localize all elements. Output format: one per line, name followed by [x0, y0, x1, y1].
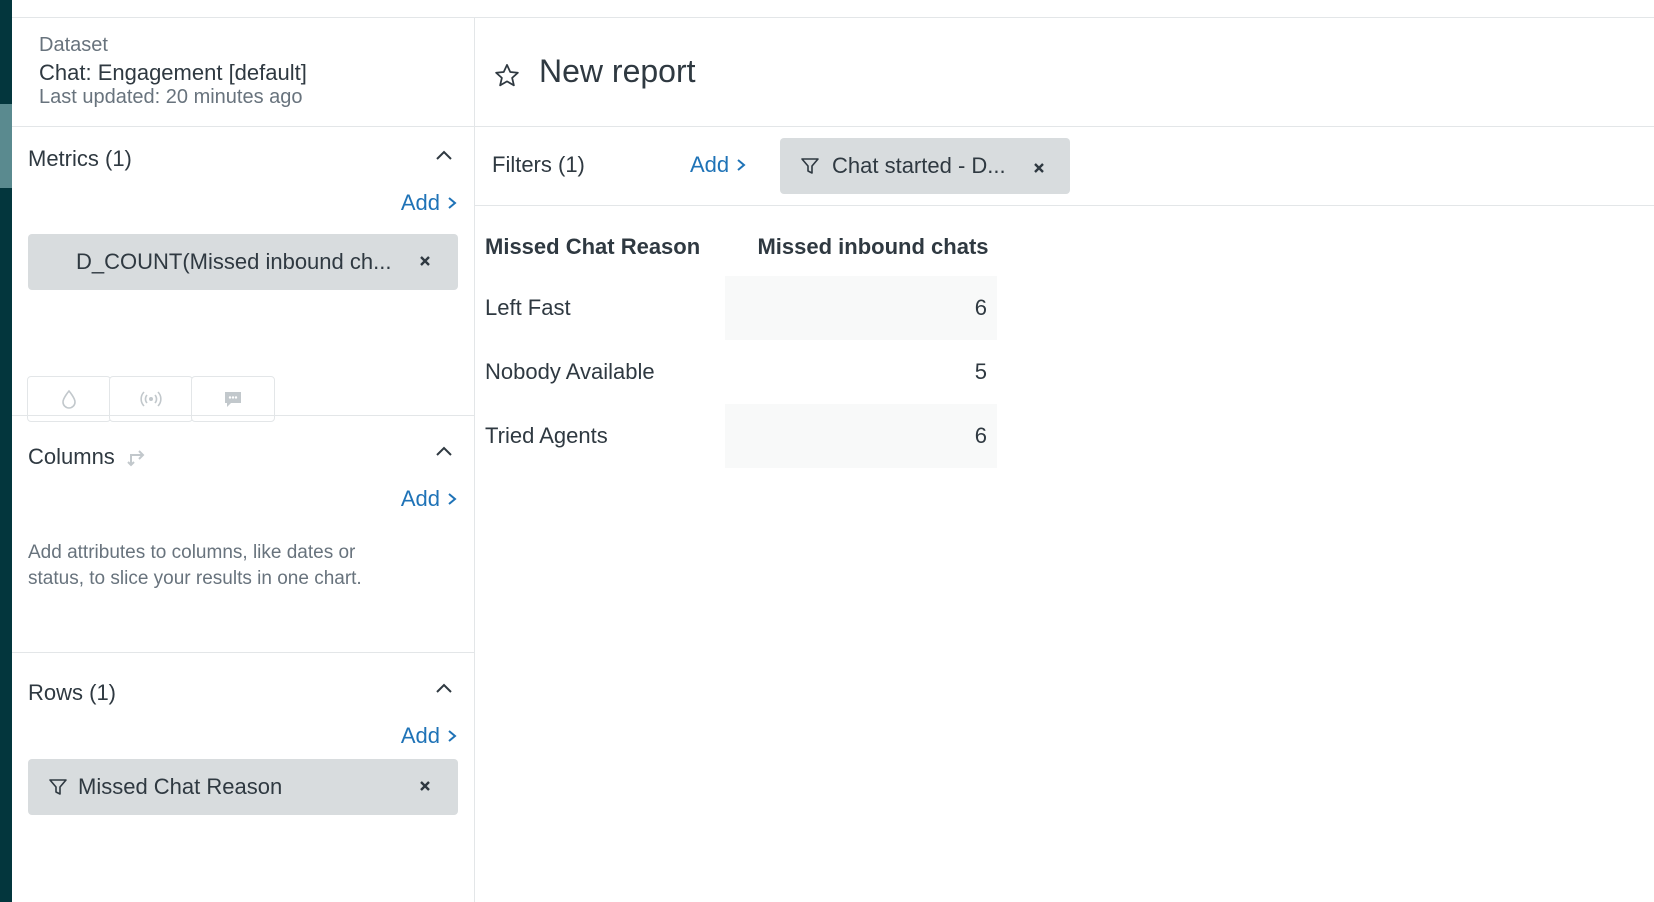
- columns-hint: Add attributes to columns, like dates or…: [28, 542, 362, 589]
- filter-icon[interactable]: [48, 777, 68, 797]
- table-row: Tried Agents 6: [485, 404, 997, 468]
- filter-pill[interactable]: Chat started - D...: [780, 138, 1070, 194]
- column-header-count[interactable]: Missed inbound chats: [725, 218, 997, 276]
- row-pill[interactable]: Missed Chat Reason: [28, 759, 458, 815]
- row-reason-cell: Left Fast: [485, 295, 571, 320]
- remove-metric-icon[interactable]: [418, 254, 432, 268]
- dataset-info: Dataset Chat: Engagement [default] Last …: [12, 18, 474, 127]
- drop-icon: [62, 389, 76, 409]
- product-nav-active-item[interactable]: [0, 104, 12, 188]
- table-header-row: Missed Chat Reason Missed inbound chats: [485, 218, 997, 276]
- chevron-right-icon: [448, 197, 457, 209]
- chevron-right-icon: [737, 159, 746, 171]
- chevron-right-icon: [448, 493, 457, 505]
- columns-title: Columns: [28, 444, 115, 469]
- chevron-right-icon: [448, 730, 457, 742]
- row-reason-cell: Tried Agents: [485, 423, 608, 448]
- metrics-title: Metrics (1): [28, 146, 132, 171]
- rows-collapse-chevron-icon[interactable]: [432, 677, 456, 701]
- filters-title: Filters (1): [492, 152, 585, 177]
- product-nav: [0, 0, 12, 902]
- rows-add-label: Add: [400, 723, 440, 748]
- columns-header: Columns: [28, 444, 149, 470]
- metrics-add-label: Add: [400, 190, 440, 215]
- filter-icon: [801, 158, 819, 174]
- remove-row-icon[interactable]: [418, 779, 432, 793]
- filters-add-label: Add: [690, 152, 730, 177]
- metrics-collapse-chevron-icon[interactable]: [432, 144, 456, 168]
- row-count-cell: 5: [974, 359, 987, 384]
- broadcast-icon: [140, 391, 162, 407]
- section-divider: [12, 652, 474, 653]
- table-row: Nobody Available 5: [485, 340, 997, 404]
- metrics-add-button[interactable]: Add: [401, 190, 458, 216]
- top-bar: [0, 0, 1654, 18]
- section-divider: [12, 415, 474, 416]
- column-header-reason[interactable]: Missed Chat Reason: [485, 218, 725, 276]
- filters-add-button[interactable]: Add: [690, 152, 747, 178]
- dataset-last-updated: Last updated: 20 minutes ago: [39, 86, 303, 108]
- results-table: Missed Chat Reason Missed inbound chats …: [485, 218, 997, 468]
- report-title[interactable]: New report: [539, 53, 696, 90]
- columns-add-label: Add: [400, 486, 440, 511]
- remove-filter-icon[interactable]: [1032, 161, 1046, 175]
- rows-title: Rows (1): [28, 680, 117, 705]
- row-count-cell: 6: [725, 404, 997, 468]
- row-pill-label: Missed Chat Reason: [78, 774, 283, 799]
- rows-add-button[interactable]: Add: [401, 723, 458, 749]
- metric-pill-label: D_COUNT(Missed inbound ch...: [76, 249, 392, 274]
- dataset-name[interactable]: Chat: Engagement [default]: [39, 60, 307, 86]
- filter-pill-label: Chat started - D...: [832, 153, 1006, 178]
- metric-pill[interactable]: D_COUNT(Missed inbound ch...: [28, 234, 458, 290]
- columns-collapse-chevron-icon[interactable]: [432, 440, 456, 464]
- row-count-cell: 6: [725, 276, 997, 340]
- report-builder-sidebar: Dataset Chat: Engagement [default] Last …: [12, 18, 475, 902]
- dataset-label: Dataset: [39, 34, 108, 56]
- swap-axes-icon[interactable]: [125, 445, 149, 469]
- report-header: New report: [475, 18, 1654, 127]
- row-reason-cell: Nobody Available: [485, 359, 655, 384]
- chat-icon: [225, 392, 241, 407]
- star-icon[interactable]: [493, 62, 521, 90]
- table-row: Left Fast 6: [485, 276, 997, 340]
- report-canvas: New report Filters (1) Add Chat started …: [475, 18, 1654, 902]
- columns-add-button[interactable]: Add: [401, 486, 458, 512]
